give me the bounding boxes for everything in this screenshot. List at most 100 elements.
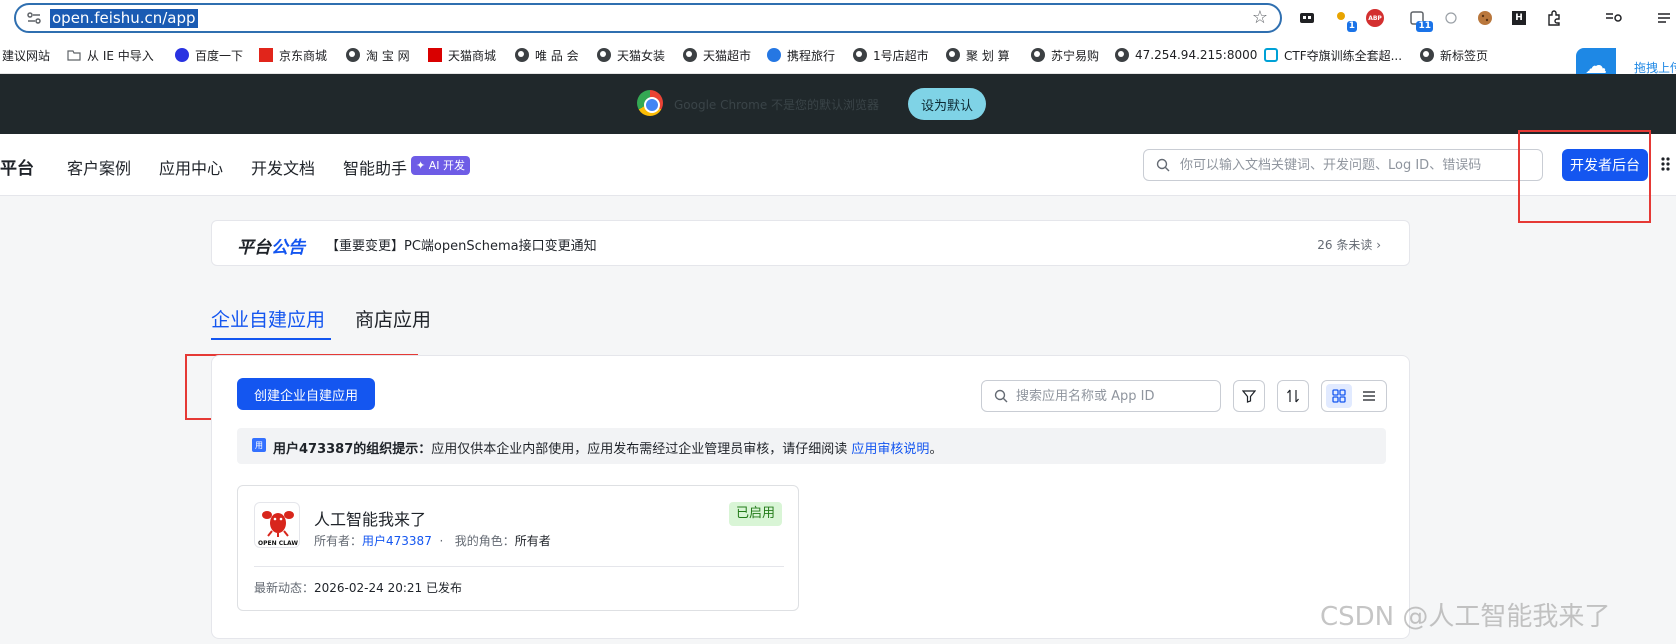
latest-activity: 最新动态：2026-02-24 20:21 已发布: [254, 579, 462, 596]
menu-icon[interactable]: [1654, 8, 1674, 28]
app-logo-text: OPEN CLAW: [258, 540, 298, 547]
extension-badge: 11: [1416, 21, 1433, 32]
extensions-puzzle-icon[interactable]: [1544, 8, 1564, 28]
list-view-icon: [1363, 391, 1375, 401]
sort-button[interactable]: [1277, 380, 1309, 412]
bookmark-item[interactable]: 天猫超市: [683, 46, 751, 64]
latest-value: 2026-02-24 20:21 已发布: [314, 581, 462, 595]
role-value: 所有者: [514, 534, 551, 548]
search-icon: [994, 389, 1008, 403]
owner-link[interactable]: 用户473387: [362, 534, 432, 548]
app-search-input[interactable]: [1016, 381, 1216, 411]
create-app-button[interactable]: 创建企业自建应用: [237, 378, 375, 410]
doc-search-box[interactable]: [1143, 149, 1543, 181]
extension-icon[interactable]: 1: [1331, 8, 1357, 32]
bookmark-item[interactable]: 新标签页: [1420, 46, 1488, 64]
tip-body-text: 应用仅供本企业内部使用，应用发布需经过企业管理员审核，请仔细阅读: [431, 442, 852, 457]
site-info-icon[interactable]: [26, 10, 42, 26]
announcement-unread-count[interactable]: 26 条未读 ›: [1317, 236, 1381, 253]
chat-icon[interactable]: [1441, 8, 1461, 28]
globe-icon: [853, 48, 867, 62]
tmall-icon: [428, 48, 442, 62]
review-guide-link[interactable]: 应用审核说明: [851, 442, 929, 457]
bookmark-label: CTF夺旗训练全套超...: [1284, 48, 1403, 63]
globe-icon: [597, 48, 611, 62]
bookmark-label: 47.254.94.215:8000: [1135, 48, 1258, 62]
chrome-logo-icon: [637, 90, 663, 116]
bookmark-item[interactable]: 天猫女装: [597, 46, 665, 64]
apps-panel: 创建企业自建应用 用 用户473387的组织提示：应用仅供本企业内部使用，应用发…: [211, 355, 1410, 639]
reading-list-icon[interactable]: [1604, 8, 1624, 28]
bookmark-item[interactable]: 建议网站: [2, 46, 50, 64]
bookmark-item[interactable]: 1号店超市: [853, 46, 929, 64]
bookmark-item[interactable]: CTF夺旗训练全套超...: [1264, 46, 1402, 64]
bookmark-label: 携程旅行: [787, 48, 836, 63]
set-default-button[interactable]: 设为默认: [908, 88, 986, 120]
view-toggle: [1321, 380, 1387, 412]
adblock-icon[interactable]: ABP: [1365, 8, 1385, 28]
watermark: CSDN @人工智能我来了: [1320, 602, 1611, 632]
grid-view-button[interactable]: [1326, 384, 1352, 408]
globe-icon: [946, 48, 960, 62]
app-name[interactable]: 人工智能我来了: [314, 506, 426, 530]
owner-label: 所有者：: [314, 534, 363, 548]
app-meta: 所有者：用户473387 · 我的角色：所有者: [314, 532, 551, 549]
globe-icon: [683, 48, 697, 62]
tip-end-text: 。: [929, 442, 943, 457]
bookmark-item[interactable]: 携程旅行: [767, 46, 835, 64]
bookmark-label: 天猫女装: [617, 48, 666, 63]
doc-search-input[interactable]: [1180, 150, 1536, 180]
tip-icon: 用: [252, 438, 266, 452]
extension-icon[interactable]: H: [1509, 8, 1529, 28]
list-view-button[interactable]: [1356, 384, 1382, 408]
bookmark-item[interactable]: 苏宁易购: [1031, 46, 1099, 64]
cookie-icon[interactable]: [1475, 8, 1495, 28]
bookmark-label: 京东商城: [279, 48, 328, 63]
extension-icon[interactable]: 11: [1407, 8, 1433, 32]
bilibili-icon: [1264, 48, 1278, 62]
nav-app-center[interactable]: 应用中心: [159, 155, 223, 179]
nav-ai-assistant[interactable]: 智能助手: [343, 155, 407, 179]
default-browser-bar: Google Chrome 不是您的默认浏览器 设为默认: [0, 74, 1676, 134]
lobster-icon: OPEN CLAW: [258, 511, 298, 547]
search-icon: [1156, 158, 1170, 172]
extension-icon[interactable]: [1297, 8, 1317, 28]
bookmark-item[interactable]: 唯 品 会: [515, 46, 579, 64]
bookmark-label: 1号店超市: [873, 48, 929, 63]
announcement-message[interactable]: 【重要变更】PC端openSchema接口变更通知: [326, 235, 597, 254]
app-card[interactable]: OPEN CLAW 人工智能我来了 已启用 所有者：用户473387 · 我的角…: [237, 485, 799, 611]
bookmark-item[interactable]: 47.254.94.215:8000: [1115, 46, 1257, 64]
filter-icon: [1242, 390, 1256, 403]
bookmark-label: 天猫商城: [448, 48, 497, 63]
globe-icon: [346, 48, 360, 62]
extension-label: H: [1512, 11, 1526, 25]
nav-dev-docs[interactable]: 开发文档: [251, 155, 315, 179]
nav-customer-cases[interactable]: 客户案例: [67, 155, 131, 179]
tab-store-apps[interactable]: 商店应用: [355, 305, 431, 332]
app-search-box[interactable]: [981, 380, 1221, 412]
ai-dev-tag[interactable]: ✦ AI 开发: [411, 156, 470, 175]
bookmark-label: 百度一下: [195, 48, 244, 63]
bookmark-item[interactable]: 京东商城: [259, 46, 327, 64]
filter-button[interactable]: [1233, 380, 1265, 412]
bookmark-item[interactable]: 聚 划 算: [946, 46, 1010, 64]
app-grid-icon[interactable]: [1660, 156, 1676, 172]
browser-toolbar: open.feishu.cn/app ☆ 1 ABP 11 H: [0, 0, 1676, 36]
grid-view-icon: [1332, 389, 1346, 403]
globe-icon: [1031, 48, 1045, 62]
url-text[interactable]: open.feishu.cn/app: [50, 9, 198, 28]
announcement-bar[interactable]: 平台公告 【重要变更】PC端openSchema接口变更通知 26 条未读 ›: [211, 220, 1410, 266]
announcement-title: 平台公告: [237, 233, 305, 258]
bookmarks-bar: 建议网站 从 IE 中导入 百度一下 京东商城 淘 宝 网 天猫商城 唯 品 会…: [0, 36, 1676, 74]
meta-separator: ·: [439, 534, 444, 548]
bookmark-item[interactable]: 天猫商城: [428, 46, 496, 64]
bookmark-label: 聚 划 算: [966, 48, 1010, 63]
bookmark-item[interactable]: 百度一下: [175, 46, 243, 64]
bookmark-item[interactable]: 淘 宝 网: [346, 46, 410, 64]
bookmark-star-icon[interactable]: ☆: [1252, 7, 1268, 28]
bookmark-item[interactable]: 从 IE 中导入: [67, 46, 154, 64]
extension-badge: 1: [1346, 21, 1357, 32]
tab-self-built-apps[interactable]: 企业自建应用: [211, 305, 325, 332]
address-bar[interactable]: open.feishu.cn/app ☆: [14, 3, 1282, 33]
brand-title[interactable]: 平台: [0, 154, 34, 179]
